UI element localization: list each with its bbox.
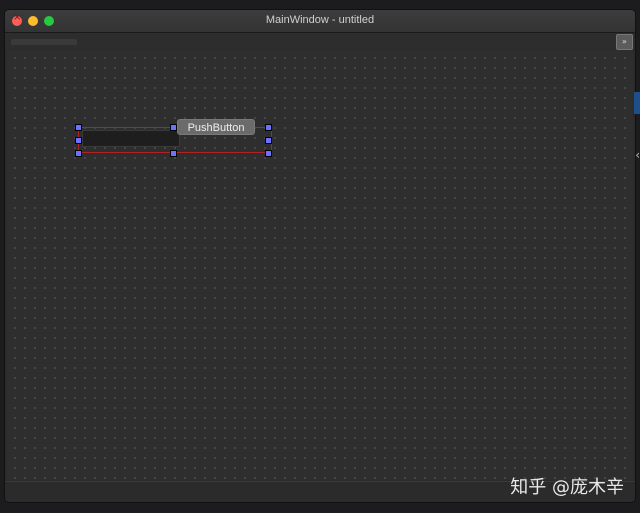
window-title: MainWindow - untitled	[265, 14, 375, 26]
watermark: 知乎 @庞木辛	[510, 477, 624, 498]
selection-handle[interactable]	[75, 137, 82, 144]
toolbar-extension-button[interactable]: »	[616, 34, 633, 50]
title-bar[interactable]: MainWindow - untitled	[5, 10, 635, 33]
menu-placeholder[interactable]	[11, 39, 77, 45]
selection-handle[interactable]	[265, 150, 272, 157]
selection-handle[interactable]	[170, 150, 177, 157]
push-button[interactable]: PushButton	[177, 119, 255, 135]
side-panel-tab[interactable]	[634, 92, 640, 114]
double-chevron-icon: »	[622, 37, 627, 46]
main-window: MainWindow - untitled »	[4, 9, 636, 503]
chevron-left-icon[interactable]: ‹	[635, 148, 640, 162]
selection-handle[interactable]	[265, 137, 272, 144]
selection-handle[interactable]	[170, 124, 177, 131]
menu-bar[interactable]: »	[5, 33, 635, 50]
form-canvas[interactable]	[7, 50, 633, 480]
line-edit[interactable]	[82, 130, 180, 147]
selection-handle[interactable]	[75, 124, 82, 131]
selection-handle[interactable]	[265, 124, 272, 131]
selection-handle[interactable]	[75, 150, 82, 157]
